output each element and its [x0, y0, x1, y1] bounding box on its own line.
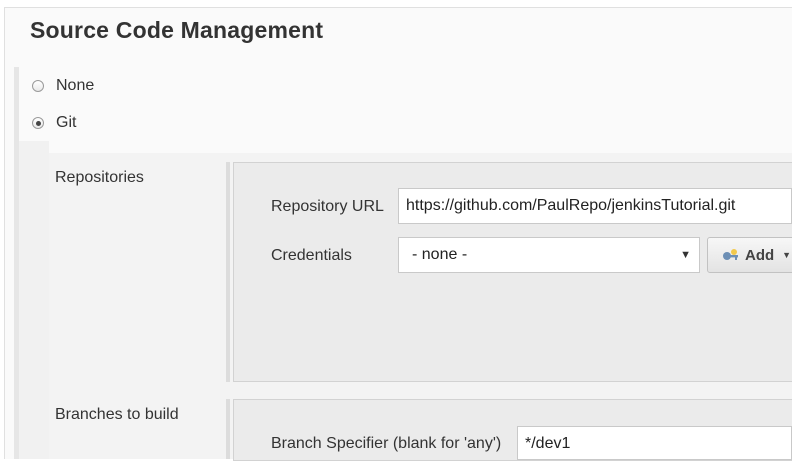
- caret-down-icon: ▼: [782, 250, 792, 260]
- credentials-label: Credentials: [271, 247, 352, 264]
- section-title: Source Code Management: [30, 17, 324, 43]
- none-label: None: [56, 77, 95, 94]
- add-button-label: Add: [745, 246, 775, 264]
- branch-specifier-input[interactable]: */dev1: [517, 426, 792, 460]
- credentials-select[interactable]: - none - ▼: [398, 237, 700, 273]
- section-divider: [4, 7, 792, 8]
- credentials-selected: - none -: [412, 246, 468, 263]
- repositories-label: Repositories: [55, 169, 144, 186]
- section-border: [4, 7, 5, 459]
- scm-option-none[interactable]: None: [32, 77, 94, 95]
- git-label: Git: [56, 114, 77, 131]
- none-radio[interactable]: [32, 80, 44, 92]
- branch-specifier-label: Branch Specifier (blank for 'any'): [271, 435, 502, 452]
- branches-bar: [226, 399, 230, 459]
- chevron-down-icon: ▼: [680, 249, 691, 261]
- repositories-bar: [226, 162, 230, 382]
- key-icon: [722, 248, 740, 262]
- git-options-bar: [19, 141, 49, 459]
- scm-option-git[interactable]: Git: [32, 114, 76, 132]
- add-credentials-button[interactable]: Add ▼: [707, 237, 792, 273]
- git-radio[interactable]: [32, 117, 44, 129]
- repository-url-input[interactable]: https://github.com/PaulRepo/jenkinsTutor…: [398, 188, 792, 224]
- branches-label: Branches to build: [55, 406, 179, 423]
- repository-url-label: Repository URL: [271, 198, 384, 215]
